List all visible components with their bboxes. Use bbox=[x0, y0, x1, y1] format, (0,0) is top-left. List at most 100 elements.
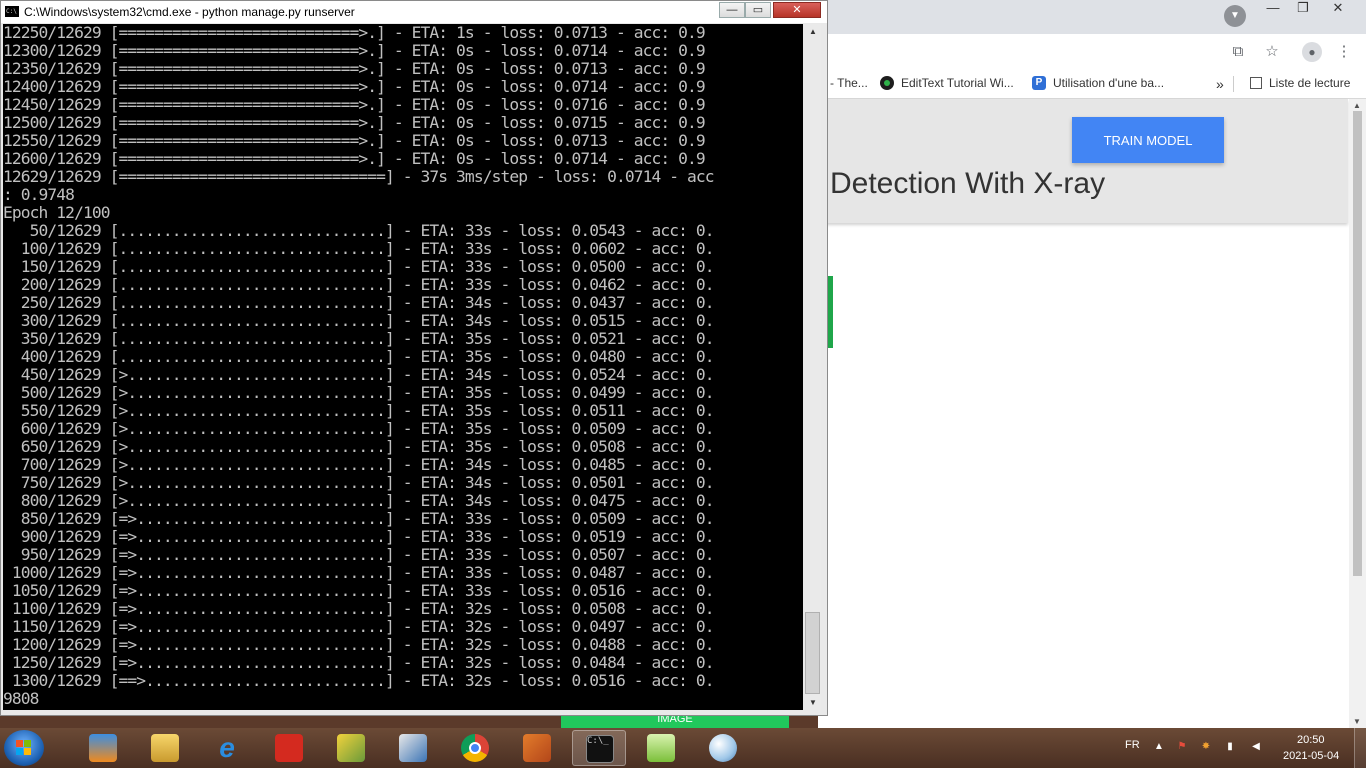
cmd-scrollbar[interactable]: ▲ ▼ bbox=[804, 24, 821, 710]
bookmark-label: Utilisation d'une ba... bbox=[1053, 76, 1165, 90]
console-line: 50/12629 [..............................… bbox=[3, 222, 715, 240]
console-line: 600/12629 [>............................… bbox=[3, 420, 715, 438]
page-scrollbar[interactable]: ▲ ▼ bbox=[1349, 99, 1366, 728]
flag-alert-icon[interactable]: ⚑ bbox=[1176, 741, 1188, 753]
scroll-down-icon[interactable]: ▼ bbox=[809, 698, 817, 707]
taskbar-file-explorer[interactable] bbox=[138, 730, 192, 766]
scroll-up-icon[interactable]: ▲ bbox=[809, 27, 817, 36]
console-line: 12500/12629 [===========================… bbox=[3, 114, 706, 132]
console-line: 900/12629 [=>...........................… bbox=[3, 528, 715, 546]
console-line: 750/12629 [>............................… bbox=[3, 474, 715, 492]
console-line: 450/12629 [>............................… bbox=[3, 366, 715, 384]
taskbar-internet-explorer[interactable]: e bbox=[200, 730, 254, 766]
taskbar-acrobat-reader[interactable] bbox=[262, 730, 316, 766]
console-line: 12550/12629 [===========================… bbox=[3, 132, 706, 150]
scroll-thumb[interactable] bbox=[1353, 111, 1362, 576]
console-line: 1150/12629 [=>..........................… bbox=[3, 618, 715, 636]
python-idle-icon bbox=[337, 734, 365, 762]
console-line: 1050/12629 [=>..........................… bbox=[3, 582, 715, 600]
taskbar: e C:\_ FR ▲ ⚑ ✸ ▮ ◀ 20:50 2021-05-04 bbox=[0, 728, 1366, 768]
console-line: 1000/12629 [=>..........................… bbox=[3, 564, 715, 582]
python-launcher-icon bbox=[399, 734, 427, 762]
cmd-scroll-thumb[interactable] bbox=[805, 612, 820, 694]
page-header: TRAIN MODEL Detection With X-ray bbox=[818, 99, 1348, 223]
console-line: 12600/12629 [===========================… bbox=[3, 150, 706, 168]
security-icon[interactable]: ✸ bbox=[1200, 741, 1212, 753]
cmd-icon: C:\ bbox=[5, 6, 19, 17]
clock-date[interactable]: 2021-05-04 bbox=[1283, 750, 1339, 762]
clock-time[interactable]: 20:50 bbox=[1297, 734, 1325, 746]
more-bookmarks-chevron-icon[interactable]: » bbox=[1216, 76, 1224, 92]
start-button[interactable] bbox=[4, 730, 44, 766]
cmd-maximize-button[interactable]: ▭ bbox=[745, 2, 771, 18]
battery-icon[interactable]: ▮ bbox=[1224, 741, 1236, 753]
language-indicator[interactable]: FR bbox=[1125, 739, 1140, 751]
bookmark-item[interactable]: EditText Tutorial Wi... bbox=[880, 76, 1014, 90]
bookmark-item[interactable]: P Utilisation d'une ba... bbox=[1032, 76, 1164, 90]
bookmark-divider bbox=[1233, 76, 1234, 92]
show-hidden-icons-icon[interactable]: ▲ bbox=[1153, 741, 1165, 753]
windows-logo-icon bbox=[16, 740, 32, 756]
web-page: TRAIN MODEL Detection With X-ray bbox=[818, 99, 1366, 728]
bookmark-label: EditText Tutorial Wi... bbox=[901, 76, 1014, 90]
taskbar-command-prompt[interactable]: C:\_ bbox=[572, 730, 626, 766]
console-line: 1200/12629 [=>..........................… bbox=[3, 636, 715, 654]
scroll-up-icon[interactable]: ▲ bbox=[1353, 101, 1361, 110]
edittext-favicon-icon bbox=[880, 76, 894, 90]
console-line: 12629/12629 [===========================… bbox=[3, 168, 715, 186]
console-line: 700/12629 [>............................… bbox=[3, 456, 715, 474]
console-line: 12450/12629 [===========================… bbox=[3, 96, 706, 114]
notepad-plus-plus-icon bbox=[647, 734, 675, 762]
console-line: 12350/12629 [===========================… bbox=[3, 60, 706, 78]
cmd-minimize-button[interactable]: — bbox=[719, 2, 745, 18]
taskbar-media-player[interactable] bbox=[76, 730, 130, 766]
browser-maximize-button[interactable]: ❐ bbox=[1288, 0, 1318, 18]
cmd-close-button[interactable]: ✕ bbox=[773, 2, 821, 18]
taskbar-notepad-plus-plus[interactable] bbox=[634, 730, 688, 766]
bookmark-label: - The... bbox=[830, 76, 868, 90]
folder-icon bbox=[151, 734, 179, 762]
console-output[interactable]: 12250/12629 [===========================… bbox=[3, 24, 803, 710]
console-line: 350/12629 [.............................… bbox=[3, 330, 715, 348]
console-line: 250/12629 [.............................… bbox=[3, 294, 715, 312]
show-desktop-button[interactable] bbox=[1354, 728, 1366, 768]
menu-kebab-icon[interactable]: ⋮ bbox=[1334, 42, 1354, 62]
chrome-center-icon bbox=[469, 742, 481, 754]
paint-palette-icon bbox=[709, 734, 737, 762]
profile-avatar-icon[interactable]: ● bbox=[1302, 42, 1322, 62]
more-bookmarks-label: » bbox=[1216, 76, 1224, 92]
console-line: 1300/12629 [==>.........................… bbox=[3, 672, 715, 690]
command-prompt-icon: C:\_ bbox=[586, 735, 614, 763]
bookmarks-bar: - The... EditText Tutorial Wi... P Utili… bbox=[818, 70, 1366, 99]
volume-icon[interactable]: ◀ bbox=[1250, 741, 1262, 753]
reading-list-button[interactable]: Liste de lecture bbox=[1250, 76, 1350, 90]
taskbar-python-idle[interactable] bbox=[324, 730, 378, 766]
browser-window: ▼ — ❐ ✕ ⧉ ☆ ● ⋮ - The... EditText Tutori… bbox=[818, 0, 1366, 728]
browser-toolbar: ⧉ ☆ ● ⋮ bbox=[818, 34, 1366, 70]
media-player-icon bbox=[89, 734, 117, 762]
console-line: 950/12629 [=>...........................… bbox=[3, 546, 715, 564]
cmd-titlebar[interactable]: C:\ C:\Windows\system32\cmd.exe - python… bbox=[1, 1, 827, 23]
translate-icon[interactable]: ⧉ bbox=[1228, 42, 1248, 62]
scroll-down-icon[interactable]: ▼ bbox=[1353, 717, 1361, 726]
console-line: 500/12629 [>............................… bbox=[3, 384, 715, 402]
bookmark-item[interactable]: - The... bbox=[830, 76, 868, 90]
taskbar-paint[interactable] bbox=[696, 730, 750, 766]
console-line: 1250/12629 [=>..........................… bbox=[3, 654, 715, 672]
tab-search-icon[interactable]: ▼ bbox=[1224, 5, 1246, 27]
browser-minimize-button[interactable]: — bbox=[1258, 0, 1288, 18]
taskbar-matlab[interactable] bbox=[510, 730, 564, 766]
train-model-button[interactable]: TRAIN MODEL bbox=[1072, 117, 1224, 163]
console-line: 400/12629 [.............................… bbox=[3, 348, 715, 366]
console-line: 800/12629 [>............................… bbox=[3, 492, 715, 510]
chrome-icon bbox=[461, 734, 489, 762]
console-line: 9808 bbox=[3, 690, 39, 708]
console-line: 12300/12629 [===========================… bbox=[3, 42, 706, 60]
star-icon[interactable]: ☆ bbox=[1262, 42, 1282, 62]
browser-close-button[interactable]: ✕ bbox=[1323, 0, 1353, 18]
taskbar-chrome[interactable] bbox=[448, 730, 502, 766]
console-line: 12250/12629 [===========================… bbox=[3, 24, 706, 42]
page-title: Detection With X-ray bbox=[830, 167, 1106, 200]
cmd-window-title: C:\Windows\system32\cmd.exe - python man… bbox=[24, 5, 355, 19]
taskbar-python-launcher[interactable] bbox=[386, 730, 440, 766]
